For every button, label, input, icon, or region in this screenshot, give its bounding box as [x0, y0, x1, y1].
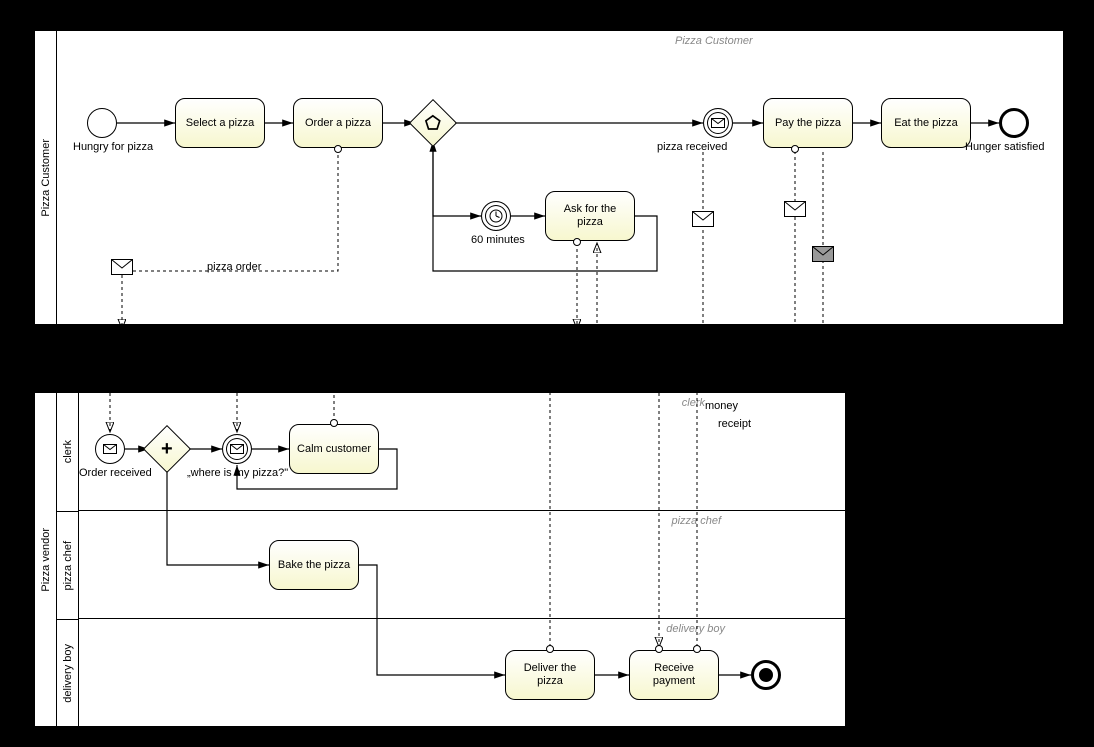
end-event-terminate[interactable]: [751, 660, 781, 690]
label-pizza-received: pizza received: [657, 141, 727, 153]
task-bake-pizza[interactable]: Bake the pizza: [269, 540, 359, 590]
task-eat-pizza-label: Eat the pizza: [894, 117, 958, 130]
timer-event-60min[interactable]: [481, 201, 511, 231]
start-event-order-received[interactable]: [95, 434, 125, 464]
pool-vendor[interactable]: Pizza vendor clerk pizza chef delivery b…: [34, 392, 846, 727]
task-deliver-pizza-label: Deliver the pizza: [510, 662, 590, 687]
message-marker-receipt-out: [693, 645, 701, 653]
envelope-icon-receipt: [812, 246, 834, 262]
pool-title-customer: Pizza Customer: [40, 139, 52, 217]
start-event-hungry[interactable]: [87, 108, 117, 138]
envelope-icon: [711, 118, 725, 128]
envelope-icon-pizza: [692, 211, 714, 227]
task-select-pizza[interactable]: Select a pizza: [175, 98, 265, 148]
message-marker-calm: [330, 419, 338, 427]
message-marker-money-in: [655, 645, 663, 653]
label-pizza-flow: pizza: [594, 375, 621, 387]
label-money-flow: money: [705, 400, 738, 412]
diagram-stage: Pizza Customer Pizza Customer: [0, 0, 1094, 747]
task-select-pizza-label: Select a pizza: [186, 117, 254, 130]
task-ask-pizza[interactable]: Ask for the pizza: [545, 191, 635, 241]
label-hungry: Hungry for pizza: [73, 141, 153, 153]
flows-customer: [57, 31, 1065, 326]
task-calm-customer-label: Calm customer: [297, 443, 371, 456]
label-60min: 60 minutes: [471, 234, 525, 246]
event-where-is-my-pizza[interactable]: [222, 434, 252, 464]
label-pizza-order: pizza order: [207, 261, 261, 273]
task-pay-pizza-label: Pay the pizza: [775, 117, 841, 130]
label-satisfied: Hunger satisfied: [965, 141, 1045, 153]
task-bake-pizza-label: Bake the pizza: [278, 559, 350, 572]
label-order-received: Order received: [79, 467, 152, 479]
task-receive-payment[interactable]: Receive payment: [629, 650, 719, 700]
task-order-pizza[interactable]: Order a pizza: [293, 98, 383, 148]
envelope-icon-small: [103, 444, 117, 454]
label-where-is-my-pizza: „where is my pizza?": [187, 467, 288, 479]
lane-area-customer: Hungry for pizza Select a pizza Order a …: [57, 31, 1063, 324]
pool-header-customer: Pizza Customer: [35, 31, 57, 324]
clock-icon: [488, 208, 504, 224]
message-marker-pay: [791, 145, 799, 153]
pool-customer[interactable]: Pizza Customer Pizza Customer: [34, 30, 1064, 325]
lane-area-vendor: clerk pizza chef delivery boy clerk pizz…: [57, 393, 845, 726]
message-marker-deliver: [546, 645, 554, 653]
envelope-icon-money: [784, 201, 806, 217]
message-send-marker-order: [334, 145, 342, 153]
event-pizza-received[interactable]: [703, 108, 733, 138]
envelope-icon-order: [111, 259, 133, 275]
pool-title-vendor: Pizza vendor: [40, 528, 52, 592]
envelope-icon-small-2: [230, 444, 244, 454]
end-event-satisfied[interactable]: [999, 108, 1029, 138]
task-eat-pizza[interactable]: Eat the pizza: [881, 98, 971, 148]
plus-icon: +: [161, 439, 173, 459]
task-calm-customer[interactable]: Calm customer: [289, 424, 379, 474]
task-order-pizza-label: Order a pizza: [305, 117, 371, 130]
label-receipt-flow: receipt: [718, 418, 751, 430]
pool-header-vendor: Pizza vendor: [35, 393, 57, 726]
message-send-marker-ask: [573, 238, 581, 246]
pentagon-icon: ⬠: [425, 114, 441, 132]
task-receive-payment-label: Receive payment: [634, 662, 714, 687]
task-ask-pizza-label: Ask for the pizza: [550, 203, 630, 228]
task-deliver-pizza[interactable]: Deliver the pizza: [505, 650, 595, 700]
task-pay-pizza[interactable]: Pay the pizza: [763, 98, 853, 148]
